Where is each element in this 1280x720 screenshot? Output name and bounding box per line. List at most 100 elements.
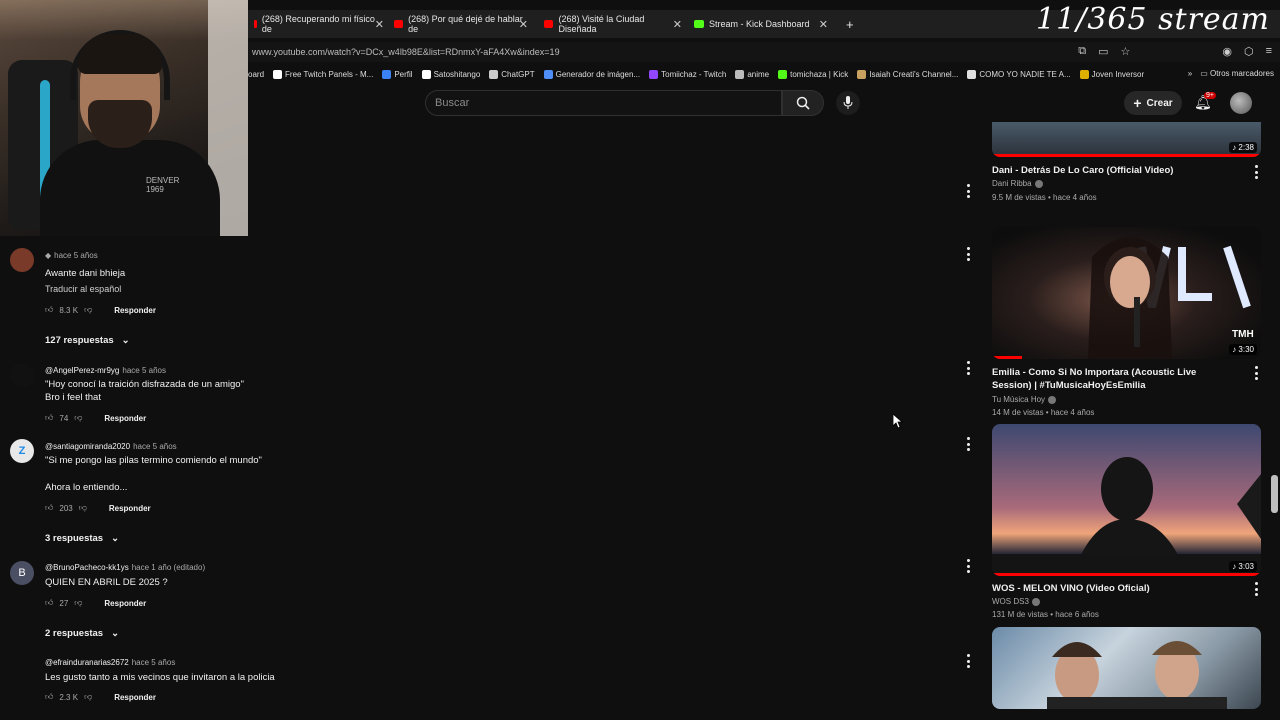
more-options-icon[interactable]	[1253, 582, 1259, 596]
search-button[interactable]	[782, 90, 824, 116]
like-icon[interactable]: 👍︎	[45, 598, 53, 608]
bookmark-star-icon[interactable]: ☆	[1120, 45, 1130, 58]
create-button[interactable]: + Crear	[1124, 91, 1182, 115]
bookmark-item[interactable]: Joven Inversor	[1079, 69, 1144, 79]
tab-recuperando[interactable]: (268) Recuperando mi físico de ✕	[248, 10, 384, 38]
video-title[interactable]: WOS - MELON VINO (Video Oficial)	[992, 582, 1232, 595]
voice-search-button[interactable]	[836, 91, 860, 115]
tab-por-que[interactable]: (268) Por qué dejé de hablar de ✕	[388, 10, 528, 38]
more-options-icon[interactable]	[965, 184, 971, 198]
bookmark-item[interactable]: COMO YO NADIE TE A...	[967, 69, 1071, 79]
comment-avatar[interactable]: Z	[10, 439, 34, 463]
close-tab-icon[interactable]: ✕	[819, 18, 828, 31]
reply-button[interactable]: Responder	[114, 693, 156, 702]
close-tab-icon[interactable]: ✕	[519, 18, 528, 31]
video-thumbnail[interactable]: ♪ 2:38	[992, 122, 1261, 157]
video-meta: 14 M de vistas • hace 4 años	[992, 408, 1095, 417]
dislike-icon[interactable]: 👎︎	[74, 413, 82, 423]
search-input[interactable]: Buscar	[425, 90, 782, 116]
menu-icon[interactable]: ≡	[1266, 45, 1272, 58]
bookmark-item[interactable]: tomichaza | Kick	[778, 69, 848, 79]
mouse-cursor-icon	[893, 414, 903, 429]
comment-author[interactable]: @efrainduranarias2672 hace 5 años	[45, 658, 175, 667]
install-icon[interactable]: ⧉	[1078, 45, 1086, 58]
video-thumbnail[interactable]: ♪ 3:03	[992, 424, 1261, 576]
bookmark-item[interactable]: Generador de imágen...	[543, 69, 640, 79]
tab-visite[interactable]: (268) Visité la Ciudad Diseñada ✕	[538, 10, 682, 38]
extensions-icon[interactable]: ⬡	[1244, 45, 1254, 58]
bookmark-item[interactable]: Satoshitango	[421, 69, 480, 79]
comment-author[interactable]: @santiagomiranda2020 hace 5 años	[45, 442, 177, 451]
bookmark-icon	[735, 69, 745, 79]
comment-avatar[interactable]	[10, 248, 34, 272]
view-replies-button[interactable]: 3 respuestas ⌄	[45, 533, 119, 544]
dislike-icon[interactable]: 👎︎	[84, 305, 92, 315]
reply-button[interactable]: Responder	[114, 306, 156, 315]
bookmark-item[interactable]: ChatGPT	[489, 69, 535, 79]
bookmark-item[interactable]: Free Twitch Panels - M...	[273, 69, 373, 79]
channel-name[interactable]: WOS DS3	[992, 597, 1040, 606]
comment-actions: 👍︎ 203 👎︎ Responder	[45, 503, 151, 513]
user-avatar[interactable]	[1230, 92, 1252, 114]
reply-button[interactable]: Responder	[104, 599, 146, 608]
close-tab-icon[interactable]: ✕	[673, 18, 682, 31]
cast-icon[interactable]: ▭	[1098, 45, 1108, 58]
bookmark-icon	[857, 69, 867, 79]
channel-name[interactable]: Tu Música Hoy	[992, 395, 1057, 404]
youtube-icon	[544, 20, 554, 28]
bookmark-item[interactable]: Isaiah Creati's Channel...	[857, 69, 958, 79]
notification-count-badge: 9+	[1204, 92, 1216, 99]
profile-icon[interactable]: ◉	[1222, 45, 1232, 58]
tab-kick-dashboard[interactable]: Stream - Kick Dashboard ✕	[688, 10, 828, 38]
like-icon[interactable]: 👍︎	[45, 305, 53, 315]
translate-link[interactable]: Traducir al español	[45, 284, 121, 294]
more-options-icon[interactable]	[965, 247, 971, 261]
comment-avatar[interactable]: B	[10, 561, 34, 585]
video-meta: 131 M de vistas • hace 6 años	[992, 610, 1099, 619]
more-options-icon[interactable]	[965, 437, 971, 451]
comment-avatar[interactable]	[10, 363, 34, 387]
view-replies-button[interactable]: 127 respuestas ⌄	[45, 335, 130, 346]
like-icon[interactable]: 👍︎	[45, 692, 53, 702]
chevron-down-icon: ⌄	[111, 533, 120, 544]
dislike-icon[interactable]: 👎︎	[79, 503, 87, 513]
video-title[interactable]: Emilia - Como Si No Importara (Acoustic …	[992, 366, 1232, 392]
like-icon[interactable]: 👍︎	[45, 503, 53, 513]
kick-icon	[694, 20, 704, 28]
dislike-icon[interactable]: 👎︎	[84, 692, 92, 702]
video-title[interactable]: Dani - Detrás De Lo Caro (Official Video…	[992, 164, 1232, 177]
reply-button[interactable]: Responder	[104, 414, 146, 423]
scrollbar-thumb[interactable]	[1271, 475, 1278, 513]
bookmark-item[interactable]: oard	[248, 70, 264, 79]
more-options-icon[interactable]	[965, 654, 971, 668]
comment-text-line2: Ahora lo entiendo...	[45, 482, 128, 493]
comment-text: Awante dani bhieja	[45, 268, 126, 279]
reply-button[interactable]: Responder	[109, 504, 151, 513]
channel-name[interactable]: Dani Ribba	[992, 179, 1043, 188]
video-thumbnail[interactable]	[992, 627, 1261, 709]
other-bookmarks[interactable]: ▭ Otros marcadores	[1200, 69, 1274, 78]
more-options-icon[interactable]	[1253, 366, 1259, 380]
more-options-icon[interactable]	[1253, 165, 1259, 179]
view-replies-button[interactable]: 2 respuestas ⌄	[45, 628, 119, 639]
more-bookmarks-icon[interactable]: »	[1188, 69, 1192, 78]
comment-author[interactable]: @BrunoPacheco-kk1ys hace 1 año (editado)	[45, 563, 205, 572]
bookmark-item[interactable]: Perfil	[382, 69, 413, 79]
silhouette-graphic	[992, 457, 1261, 576]
bookmark-item[interactable]: anime	[735, 69, 769, 79]
more-options-icon[interactable]	[965, 559, 971, 573]
svg-text:TMH: TMH	[1232, 329, 1254, 340]
more-options-icon[interactable]	[965, 361, 971, 375]
comment-actions: 👍︎ 74 👎︎ Responder	[45, 413, 147, 423]
video-thumbnail[interactable]: TMH ♪ 3:30	[992, 227, 1261, 359]
like-icon[interactable]: 👍︎	[45, 413, 53, 423]
neon-sign-graphic: TMH	[1088, 237, 1254, 359]
new-tab-button[interactable]: +	[840, 10, 860, 38]
dislike-icon[interactable]: 👎︎	[74, 598, 82, 608]
webcam-overlay: DENVER 1969	[0, 0, 248, 236]
bookmark-icon	[489, 69, 499, 79]
thumbnail-graphic	[1047, 641, 1227, 709]
close-tab-icon[interactable]: ✕	[375, 18, 384, 31]
comment-author[interactable]: @AngelPerez-mr9yg hace 5 años	[45, 366, 166, 375]
bookmark-item[interactable]: Tomiichaz - Twitch	[649, 69, 726, 79]
